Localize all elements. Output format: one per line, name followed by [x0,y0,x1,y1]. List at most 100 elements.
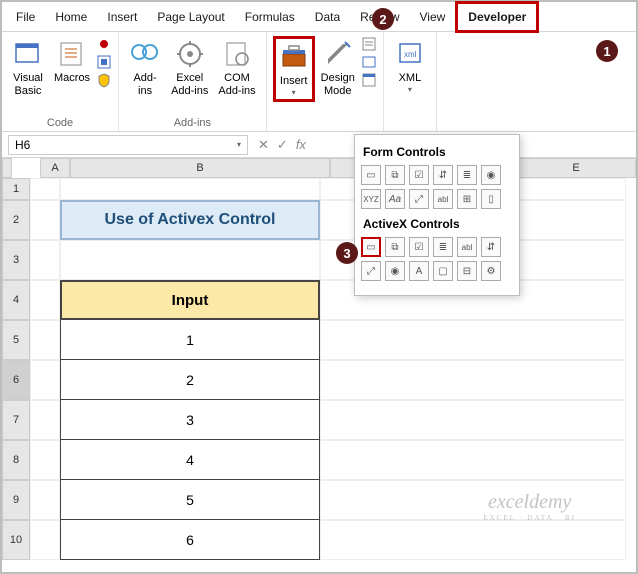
activex-listbox-icon[interactable]: ≣ [433,237,453,257]
tab-formulas[interactable]: Formulas [235,4,305,30]
group-controls: Insert ▾ Design Mode [267,32,384,131]
activex-scrollbar-icon[interactable]: ⇵ [481,237,501,257]
activex-image-icon[interactable]: ▢ [433,261,453,281]
macros-button[interactable]: Macros [50,36,94,87]
visual-basic-icon [12,38,44,70]
visual-basic-button[interactable]: Visual Basic [8,36,48,99]
row-1[interactable]: 1 [2,178,30,200]
watermark: exceldemy EXCEL · DATA · BI [483,491,576,522]
addins-icon [129,38,161,70]
macros-icon [56,38,88,70]
xml-icon: xml [394,38,426,70]
form-listbox-icon[interactable]: ≣ [457,165,477,185]
name-box-value: H6 [15,138,30,152]
insert-controls-button[interactable]: Insert ▾ [273,36,315,102]
form-controls-title: Form Controls [363,145,511,159]
xml-button[interactable]: xml XML ▾ [390,36,430,96]
code-mini-stack [96,36,112,88]
chevron-down-icon: ▾ [292,88,296,97]
activex-textbox-icon[interactable]: abl [457,237,477,257]
activex-label-icon[interactable]: A [409,261,429,281]
form-spin-icon[interactable]: ⇵ [433,165,453,185]
design-mode-icon [322,38,354,70]
addins-button[interactable]: Add- ins [125,36,165,99]
activex-controls-grid: ▭ ⧉ ☑ ≣ abl ⇵ ⤢ ◉ A ▢ ⊟ ⚙ [361,237,513,281]
form-combo-icon[interactable]: ⊞ [457,189,477,209]
row-5[interactable]: 5 [2,320,30,360]
row-6[interactable]: 6 [2,360,30,400]
group-code: Visual Basic Macros Code [2,32,119,131]
row-10[interactable]: 10 [2,520,30,560]
tab-developer[interactable]: Developer [455,1,539,33]
col-A[interactable]: A [40,158,70,178]
activex-more-icon[interactable]: ⚙ [481,261,501,281]
callout-1: 1 [596,40,618,62]
tab-view[interactable]: View [410,4,456,30]
excel-addins-button[interactable]: Excel Add-ins [167,36,212,99]
run-dialog-button[interactable] [361,72,377,88]
title-cell[interactable]: Use of Activex Control [60,200,320,240]
form-checkbox-icon[interactable]: ☑ [409,165,429,185]
excel-addins-icon [174,38,206,70]
properties-button[interactable] [361,36,377,52]
com-addins-button[interactable]: COM Add-ins [214,36,259,99]
macro-security-button[interactable] [96,72,112,88]
toolbox-icon [278,41,310,73]
formula-bar[interactable]: ✕ ✓ fx [258,137,306,153]
form-button-icon[interactable]: ▭ [361,165,381,185]
form-groupbox-icon[interactable]: XYZ [361,189,381,209]
data-cell[interactable]: 3 [60,400,320,440]
name-box[interactable]: H6 ▾ [8,135,248,155]
enter-icon: ✓ [277,137,288,153]
row-7[interactable]: 7 [2,400,30,440]
row-headers: 1 2 3 4 5 6 7 8 9 10 [2,178,30,560]
row-8[interactable]: 8 [2,440,30,480]
form-frame-icon[interactable]: ▯ [481,189,501,209]
activex-combobox-icon[interactable]: ⧉ [385,237,405,257]
relative-refs-button[interactable] [96,54,112,70]
form-textfield-icon[interactable]: abl [433,189,453,209]
form-scrollbar-icon[interactable]: ⤢ [409,189,429,209]
tab-insert[interactable]: Insert [97,4,147,30]
callout-3: 3 [336,242,358,264]
group-label-code: Code [47,117,73,129]
formula-bar-row: H6 ▾ ✕ ✓ fx [2,132,636,158]
activex-option-icon[interactable]: ◉ [385,261,405,281]
group-label-addins: Add-ins [174,117,211,129]
select-all-corner[interactable] [2,158,12,178]
data-cell[interactable]: 5 [60,480,320,520]
data-cell[interactable]: 6 [60,520,320,560]
activex-controls-title: ActiveX Controls [363,217,511,231]
row-9[interactable]: 9 [2,480,30,520]
tab-page-layout[interactable]: Page Layout [147,4,234,30]
column-headers: A B C D E [2,158,636,178]
group-addins: Add- ins Excel Add-ins COM Add-ins Add-i… [119,32,267,131]
tab-data[interactable]: Data [305,4,350,30]
design-mode-button[interactable]: Design Mode [317,36,359,99]
insert-controls-dropdown: Form Controls ▭ ⧉ ☑ ⇵ ≣ ◉ XYZ Aa ⤢ abl ⊞… [354,134,520,296]
view-code-button[interactable] [361,54,377,70]
form-option-icon[interactable]: ◉ [481,165,501,185]
form-label-icon[interactable]: Aa [385,189,405,209]
activex-command-button-icon[interactable]: ▭ [361,237,381,257]
form-combobox-icon[interactable]: ⧉ [385,165,405,185]
record-macro-button[interactable] [96,36,112,52]
data-cell[interactable]: 4 [60,440,320,480]
activex-checkbox-icon[interactable]: ☑ [409,237,429,257]
col-B[interactable]: B [70,158,330,178]
activex-spin-icon[interactable]: ⤢ [361,261,381,281]
chevron-down-icon: ▾ [237,140,241,149]
group-xml: xml XML ▾ [384,32,437,131]
row-3[interactable]: 3 [2,240,30,280]
controls-mini-stack [361,36,377,88]
activex-toggle-icon[interactable]: ⊟ [457,261,477,281]
data-cell[interactable]: 2 [60,360,320,400]
row-2[interactable]: 2 [2,200,30,240]
tab-file[interactable]: File [6,4,45,30]
svg-text:xml: xml [404,50,417,59]
tab-home[interactable]: Home [45,4,97,30]
row-4[interactable]: 4 [2,280,30,320]
input-header-cell[interactable]: Input [60,280,320,320]
col-E[interactable]: E [516,158,636,178]
data-cell[interactable]: 1 [60,320,320,360]
